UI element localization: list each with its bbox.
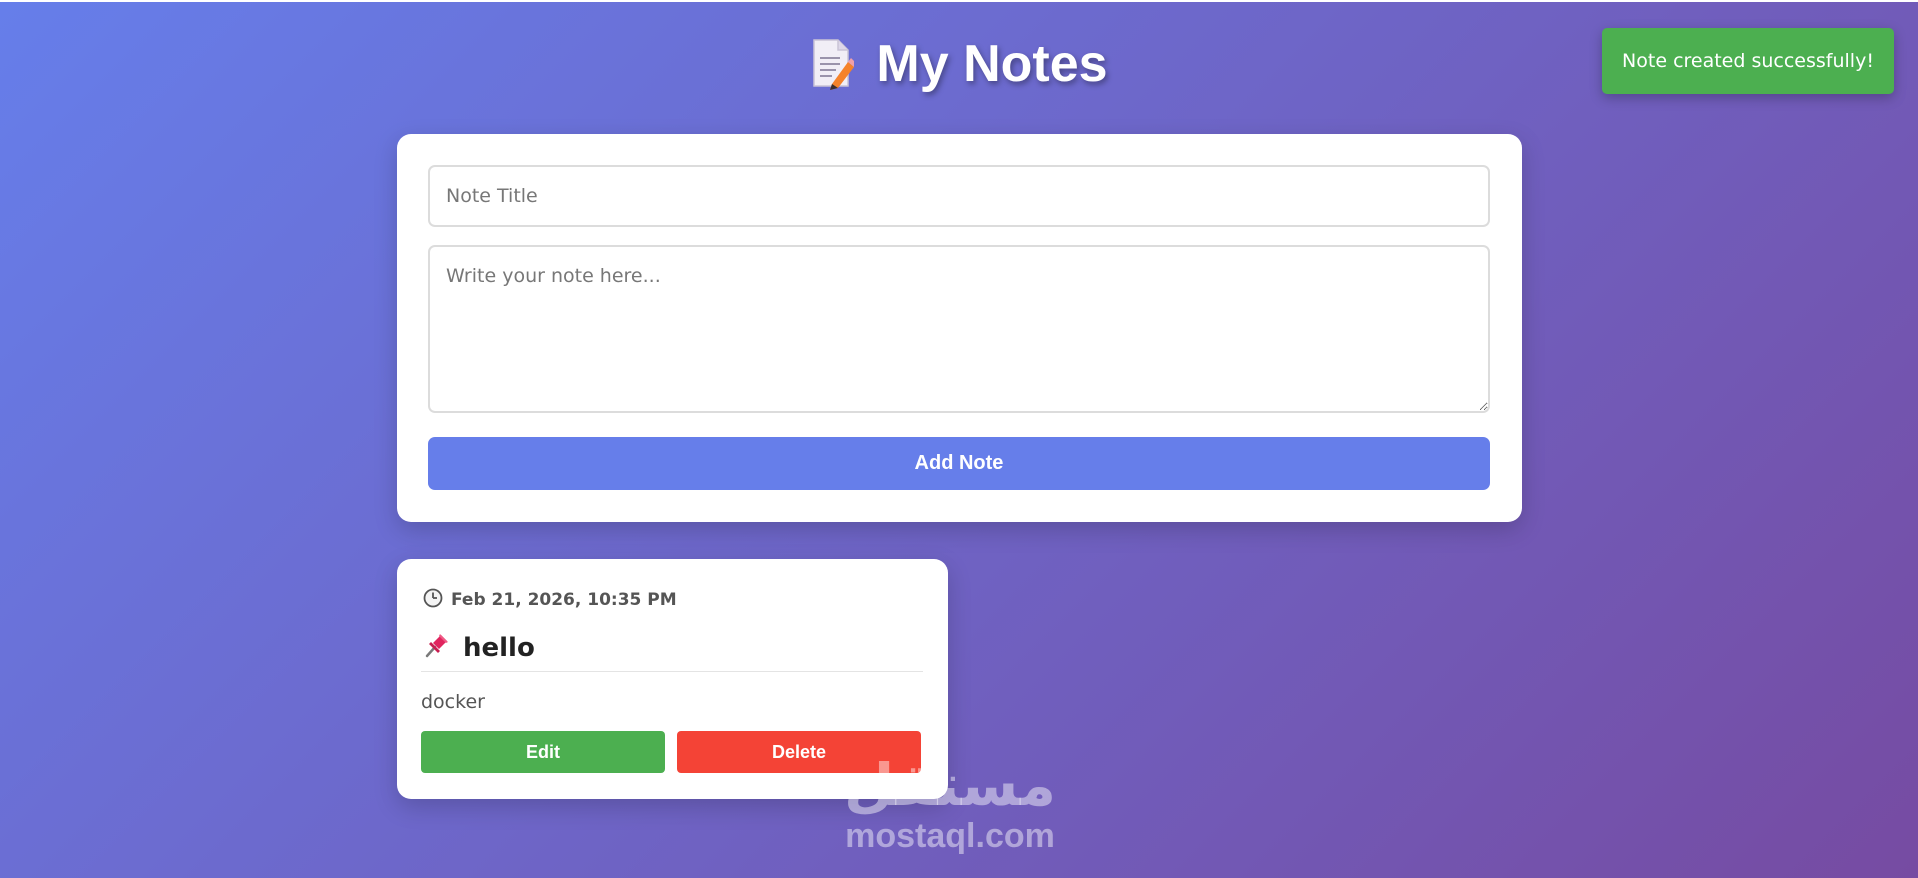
page-title: My Notes xyxy=(876,35,1108,93)
add-note-button[interactable]: Add Note xyxy=(428,437,1490,490)
note-title-input[interactable] xyxy=(428,165,1490,227)
watermark-logo-arabic: مستقل xyxy=(843,751,1057,819)
note-date-text: Feb 21, 2026, 10:35 PM xyxy=(451,590,677,610)
note-form: Add Note xyxy=(397,134,1522,522)
watermark-logo-text: mostaql.com xyxy=(845,817,1055,855)
clock-icon xyxy=(423,588,443,613)
note-title-text: hello xyxy=(463,633,535,663)
watermark-logo: مستقل mostaql.com xyxy=(820,752,1080,872)
note-content: docker xyxy=(421,691,485,713)
note-date: Feb 21, 2026, 10:35 PM xyxy=(423,585,677,615)
note-title: hello xyxy=(423,628,535,668)
pushpin-icon xyxy=(423,631,451,666)
edit-button[interactable]: Edit xyxy=(421,731,665,773)
memo-icon xyxy=(810,38,857,90)
success-toast: Note created successfully! xyxy=(1602,28,1894,94)
divider xyxy=(421,671,923,672)
note-content-textarea[interactable] xyxy=(428,245,1490,413)
